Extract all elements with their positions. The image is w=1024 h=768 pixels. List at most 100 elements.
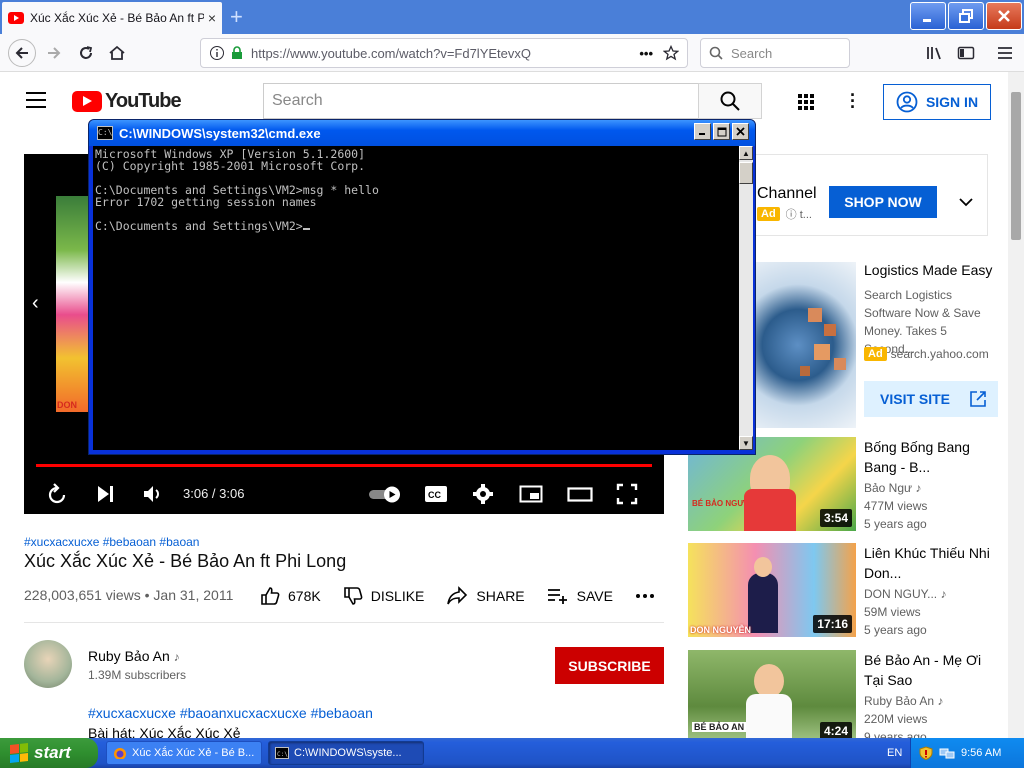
theater-mode-button[interactable] xyxy=(567,482,593,506)
recommendation-channel-name: DON NGUY... xyxy=(864,587,938,601)
console-line: Error 1702 getting session names xyxy=(95,195,317,209)
share-button[interactable]: SHARE xyxy=(446,586,525,606)
browser-search-field[interactable]: Search xyxy=(700,38,850,68)
playlist-add-icon xyxy=(547,589,567,604)
next-button[interactable] xyxy=(94,482,116,506)
previous-arrow-icon[interactable]: ‹ xyxy=(32,292,39,315)
cmd-close-button[interactable] xyxy=(732,123,749,140)
thumb-figure xyxy=(746,694,792,744)
cmd-console[interactable]: Microsoft Windows XP [Version 5.1.2600](… xyxy=(93,146,739,450)
recommendation-views: 220M views xyxy=(864,712,928,726)
music-note-icon: ♪ xyxy=(173,650,180,664)
url-bar[interactable]: https://www.youtube.com/watch?v=Fd7lYEte… xyxy=(200,38,688,68)
restore-button[interactable] xyxy=(948,2,984,30)
youtube-search-input[interactable]: Search xyxy=(263,83,699,119)
next-icon xyxy=(98,486,113,502)
library-button[interactable] xyxy=(924,42,946,64)
duration-badge: 3:54 xyxy=(819,509,852,527)
description-hashtags[interactable]: #xucxacxucxe #baoanxucxacxucxe #bebaoan xyxy=(88,705,373,721)
back-button[interactable] xyxy=(8,39,36,67)
like-button[interactable]: 678K xyxy=(260,586,321,606)
start-label: start xyxy=(34,743,71,762)
sign-in-button[interactable]: SIGN IN xyxy=(883,84,991,120)
guide-menu-icon[interactable] xyxy=(26,92,46,108)
chevron-down-icon[interactable] xyxy=(959,197,973,207)
video-hashtags[interactable]: #xucxacxucxe #bebaoan #baoan xyxy=(24,535,199,549)
network-icon[interactable] xyxy=(939,746,955,760)
forward-button[interactable] xyxy=(43,42,65,64)
share-label: SHARE xyxy=(476,588,525,604)
ad-thumb-cube xyxy=(834,358,846,370)
cmd-title-bar[interactable]: C:\ C:\WINDOWS\system32\cmd.exe xyxy=(89,120,755,146)
info-icon[interactable] xyxy=(209,45,225,61)
window-controls xyxy=(910,2,1022,30)
save-button[interactable]: SAVE xyxy=(547,587,613,605)
reload-button[interactable] xyxy=(75,42,97,64)
settings-button[interactable] xyxy=(472,482,494,506)
cmd-icon: C:\ xyxy=(275,747,289,759)
thumb-figure xyxy=(748,573,778,633)
page-actions-menu[interactable]: ••• xyxy=(639,46,653,61)
more-actions-button[interactable] xyxy=(635,593,655,599)
scroll-down-arrow-icon[interactable]: ▼ xyxy=(739,436,753,450)
miniplayer-button[interactable] xyxy=(519,482,543,506)
volume-icon xyxy=(144,486,159,502)
bookmark-star-icon[interactable] xyxy=(663,45,679,61)
home-button[interactable] xyxy=(106,42,128,64)
scroll-up-arrow-icon[interactable]: ▲ xyxy=(739,146,753,160)
cmd-minimize-button[interactable] xyxy=(694,123,711,140)
apps-grid-icon[interactable] xyxy=(798,94,814,110)
video-title: Xúc Xắc Xúc Xẻ - Bé Bảo An ft Phi Long xyxy=(24,551,347,571)
close-icon xyxy=(998,10,1010,22)
page-scrollbar[interactable] xyxy=(1008,72,1024,738)
language-indicator[interactable]: EN xyxy=(887,747,902,759)
security-shield-icon[interactable] xyxy=(919,746,933,760)
channel-avatar[interactable] xyxy=(24,640,72,688)
clock[interactable]: 9:56 AM xyxy=(961,747,1001,759)
recommendation-item[interactable]: BÉ BẢO AN 4:24 Bé Bảo An - Mẹ Ơi Tại Sao… xyxy=(688,650,1000,744)
progress-bar[interactable] xyxy=(36,464,652,467)
cmd-window-controls xyxy=(694,123,749,140)
tab-close-icon[interactable]: × xyxy=(208,10,216,26)
cmd-maximize-button[interactable] xyxy=(713,123,730,140)
cmd-scrollbar-thumb[interactable] xyxy=(739,162,753,184)
new-tab-button[interactable]: + xyxy=(230,4,243,30)
browser-tab-active[interactable]: Xúc Xắc Xúc Xẻ - Bé Bảo An ft Phi Long × xyxy=(2,2,222,34)
shop-now-button[interactable]: SHOP NOW xyxy=(829,186,937,218)
youtube-logo[interactable]: YouTube xyxy=(72,90,182,113)
youtube-search-button[interactable] xyxy=(698,83,762,119)
captions-button[interactable]: CC xyxy=(424,482,448,506)
recommendation-thumbnail[interactable]: BÉ BẢO AN 4:24 xyxy=(688,650,856,744)
url-text: https://www.youtube.com/watch?v=Fd7lYEte… xyxy=(251,45,531,61)
minimize-button[interactable] xyxy=(910,2,946,30)
recommendation-thumbnail[interactable]: DON NGUYỄN 17:16 xyxy=(688,543,856,637)
cmd-scrollbar[interactable]: ▲ ▼ xyxy=(739,146,753,450)
sidebar-button[interactable] xyxy=(955,42,977,64)
autoplay-toggle[interactable] xyxy=(368,482,404,506)
start-button[interactable]: start xyxy=(0,738,98,768)
ad-thumbnail[interactable] xyxy=(750,262,856,428)
page-scrollbar-thumb[interactable] xyxy=(1011,92,1021,240)
fullscreen-button[interactable] xyxy=(616,482,638,506)
ad-title[interactable]: Logistics Made Easy xyxy=(864,262,992,278)
close-window-button[interactable] xyxy=(986,2,1022,30)
taskbar-item-firefox[interactable]: Xúc Xắc Xúc Xẻ - Bé B... xyxy=(106,741,262,765)
volume-button[interactable] xyxy=(142,482,164,506)
menu-button[interactable] xyxy=(994,42,1016,64)
replay-icon xyxy=(48,483,66,504)
endscreen-thumbnail[interactable]: DON xyxy=(56,196,92,412)
channel-name-link[interactable]: Ruby Bảo An ♪ xyxy=(88,648,180,664)
replay-button[interactable] xyxy=(46,482,68,506)
cmd-window[interactable]: C:\ C:\WINDOWS\system32\cmd.exe Microsof… xyxy=(88,119,756,455)
view-count: 228,003,651 views • Jan 31, 2011 xyxy=(24,587,234,603)
ad-info[interactable]: ⓘ t... xyxy=(786,206,812,222)
dislike-button[interactable]: DISLIKE xyxy=(343,586,424,606)
taskbar: start Xúc Xắc Xúc Xẻ - Bé B... C:\ C:\WI… xyxy=(0,738,1024,768)
settings-kebab-icon[interactable]: · · · xyxy=(850,86,856,116)
save-label: SAVE xyxy=(576,588,613,604)
subscribe-button[interactable]: SUBSCRIBE xyxy=(555,647,664,684)
visit-site-button[interactable]: VISIT SITE xyxy=(864,381,998,417)
taskbar-item-cmd[interactable]: C:\ C:\WINDOWS\syste... xyxy=(268,741,424,765)
back-arrow-icon xyxy=(15,47,28,59)
recommendation-item[interactable]: DON NGUYỄN 17:16 Liên Khúc Thiếu Nhi Don… xyxy=(688,543,1000,637)
